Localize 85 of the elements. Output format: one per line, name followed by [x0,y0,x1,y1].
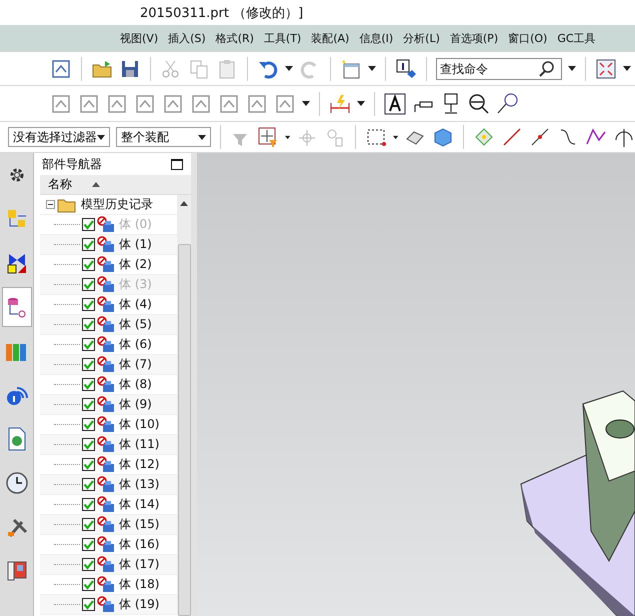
menu-item[interactable]: 首选项(P) [450,31,498,46]
info-icon[interactable] [4,384,28,406]
column-label: 名称 [48,176,72,193]
tree-item[interactable]: 体 (16) [119,536,160,553]
checkbox[interactable] [82,318,95,331]
checkbox[interactable] [82,558,95,571]
tree-item[interactable]: 体 (18) [119,576,160,593]
menu-item[interactable]: 分析(L) [403,31,440,46]
menu-item[interactable]: 插入(S) [168,31,206,46]
line-endpoint-icon[interactable] [501,126,524,148]
clock-icon[interactable] [6,472,28,494]
panel-title: 部件导航器 [42,156,102,172]
document-globe-icon[interactable] [6,427,26,451]
menu-item[interactable]: 视图(V) [120,31,158,46]
menu-item[interactable]: 窗口(O) [508,31,548,46]
tree-item[interactable]: 体 (10) [119,416,160,433]
dropdown-arrow-icon[interactable] [302,101,310,106]
checkbox[interactable] [82,458,95,471]
dropdown-arrow-icon[interactable] [368,66,376,71]
dropdown-arrow-icon[interactable] [198,134,206,140]
tools-icon[interactable] [6,516,28,538]
tree-item[interactable]: 体 (14) [119,496,160,513]
assembly-tree-icon[interactable] [6,208,28,230]
checkbox[interactable] [82,358,95,371]
checkbox[interactable] [82,338,95,351]
select-filter-icon[interactable] [257,126,280,148]
checkbox[interactable] [82,378,95,391]
balloon-icon[interactable] [496,92,518,114]
menu-item[interactable]: 工具(T) [264,31,302,46]
fit-view-icon[interactable] [595,58,617,80]
checkbox[interactable] [82,258,95,271]
selection-filter-dropdown[interactable]: 没有选择过滤器 [8,127,110,147]
text-note-icon[interactable] [384,92,406,114]
checkbox[interactable] [82,238,95,251]
search-icon[interactable] [539,60,555,76]
cube-icon[interactable] [432,126,454,148]
dropdown-arrow-icon[interactable] [568,66,576,71]
tree-item[interactable]: 体 (12) [119,456,160,473]
checkbox[interactable] [82,418,95,431]
arc-icon[interactable] [613,126,635,148]
part-tree-icon[interactable] [6,296,28,318]
checkbox[interactable] [82,438,95,451]
sort-arrow-icon [92,182,100,187]
scrollbar-thumb[interactable] [178,244,190,616]
side-tab[interactable] [2,287,32,327]
assembly-scope-dropdown[interactable]: 整个装配 [116,127,211,147]
checkbox[interactable] [82,398,95,411]
tree-item[interactable]: 体 (4) [119,296,152,313]
gear-icon[interactable] [8,166,26,184]
search-field[interactable]: 查找命令 [436,58,562,80]
checkbox[interactable] [82,498,95,511]
dropdown-arrow-icon[interactable] [357,101,365,106]
zoom-icon[interactable] [468,92,490,114]
tree-item[interactable]: 体 (2) [119,256,152,273]
checkbox[interactable] [82,538,95,551]
checkbox[interactable] [82,598,95,611]
checkbox[interactable] [82,578,95,591]
new-window-icon[interactable] [340,58,362,80]
line-midpoint-icon[interactable] [529,126,552,148]
tree-item[interactable]: 体 (8) [119,376,152,393]
menu-item[interactable]: GC工具 [557,31,596,46]
scroll-up-icon[interactable] [180,201,188,206]
dropdown-arrow-icon[interactable] [623,66,631,71]
dimension-icon[interactable] [329,92,351,114]
menu-item[interactable]: 装配(A) [311,31,350,46]
dropdown-arrow-icon[interactable] [393,134,398,140]
snap-points-icon[interactable] [473,126,496,148]
dropdown-arrow-icon[interactable] [97,134,105,140]
collapse-icon[interactable] [46,200,55,209]
dropdown-arrow-icon[interactable] [285,134,290,140]
checkbox[interactable] [82,298,95,311]
info-window-icon[interactable] [395,58,417,80]
menu-item[interactable]: 格式(R) [216,31,254,46]
window-title: 20150311.prt （修改的）] [140,4,304,22]
graphics-viewport[interactable] [197,153,635,616]
tree-item[interactable]: 模型历史记录 [81,196,153,213]
dropdown-arrow-icon[interactable] [285,66,293,71]
tree-item[interactable]: 体 (6) [119,336,152,353]
column-header[interactable]: 名称 [40,175,191,195]
constraint-icon[interactable] [6,252,28,274]
maximize-icon[interactable] [171,158,183,170]
film-frame-icon[interactable] [6,560,28,582]
menu-item[interactable]: 信息(I) [359,31,394,46]
checkbox[interactable] [82,518,95,531]
checkbox[interactable] [82,478,95,491]
